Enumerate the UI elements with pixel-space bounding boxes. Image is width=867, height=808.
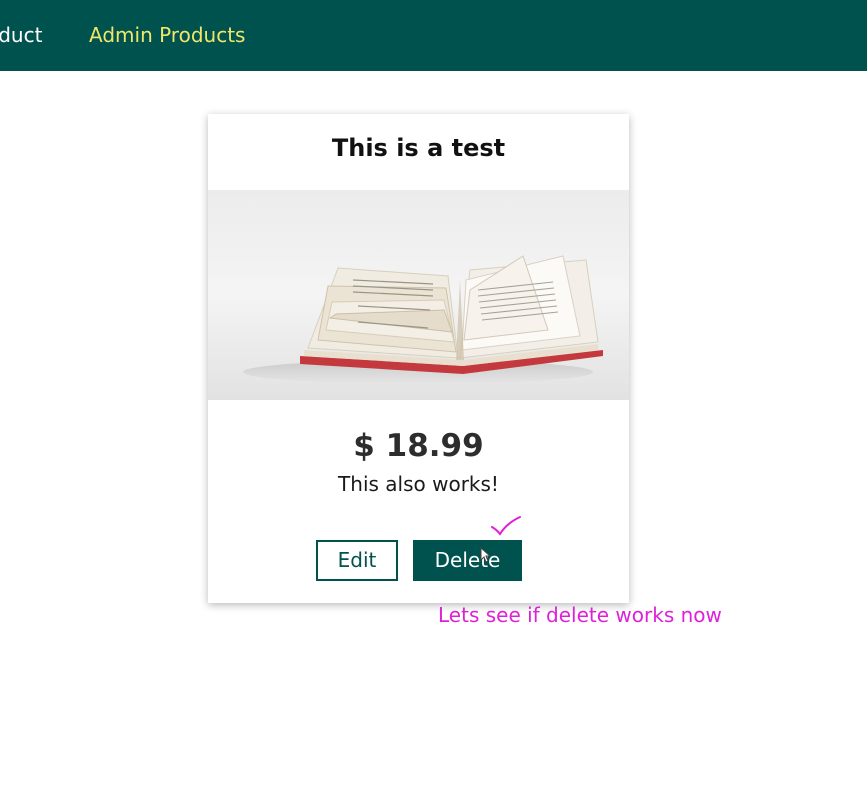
mouse-cursor-icon [480, 547, 492, 563]
checkmark-annotation-icon [491, 516, 521, 536]
top-navbar: oduct Admin Products [0, 0, 867, 71]
product-card: This is a test $ 18.99 This also works! … [208, 114, 629, 603]
nav-item-admin-products[interactable]: Admin Products [89, 22, 245, 48]
product-title: This is a test [331, 134, 506, 162]
product-description: This also works! [338, 472, 499, 496]
open-book-image [243, 255, 603, 384]
annotation-text: Lets see if delete works now [438, 603, 722, 627]
product-price: $ 18.99 [353, 428, 484, 464]
product-image [208, 190, 629, 400]
edit-button[interactable]: Edit [316, 540, 398, 581]
nav-item-product[interactable]: oduct [0, 22, 42, 48]
delete-button[interactable]: Delete [413, 540, 522, 581]
